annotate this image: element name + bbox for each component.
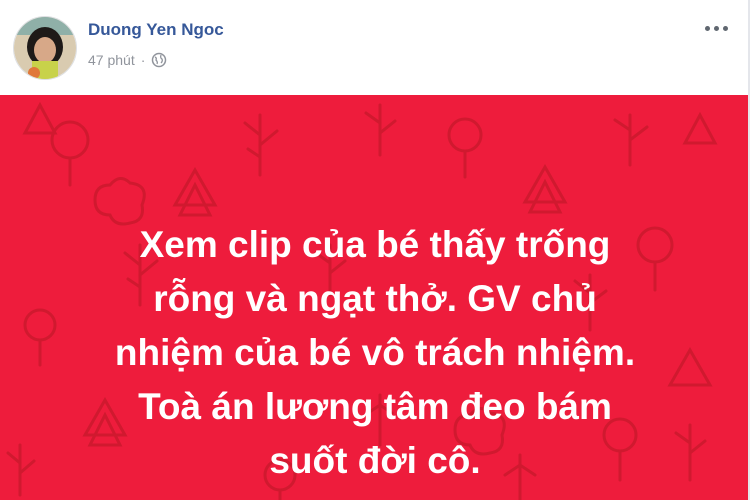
more-options-icon[interactable] (701, 22, 732, 35)
status-text: Xem clip của bé thấy trống rỗng và ngạt … (114, 224, 636, 481)
more-dot (705, 26, 710, 31)
status-background: Xem clip của bé thấy trống rỗng và ngạt … (0, 95, 750, 500)
more-dot (714, 26, 719, 31)
post-meta: 47 phút · (88, 52, 167, 68)
facebook-post: Duong Yen Ngoc 47 phút · Xem clip của bé… (0, 0, 750, 500)
author-avatar[interactable] (13, 16, 77, 80)
globe-icon[interactable] (151, 52, 167, 68)
meta-separator: · (140, 52, 146, 68)
author-name[interactable]: Duong Yen Ngoc (88, 20, 224, 40)
more-dot (723, 26, 728, 31)
post-timestamp[interactable]: 47 phút (88, 52, 135, 68)
post-header: Duong Yen Ngoc 47 phút · (0, 0, 750, 95)
